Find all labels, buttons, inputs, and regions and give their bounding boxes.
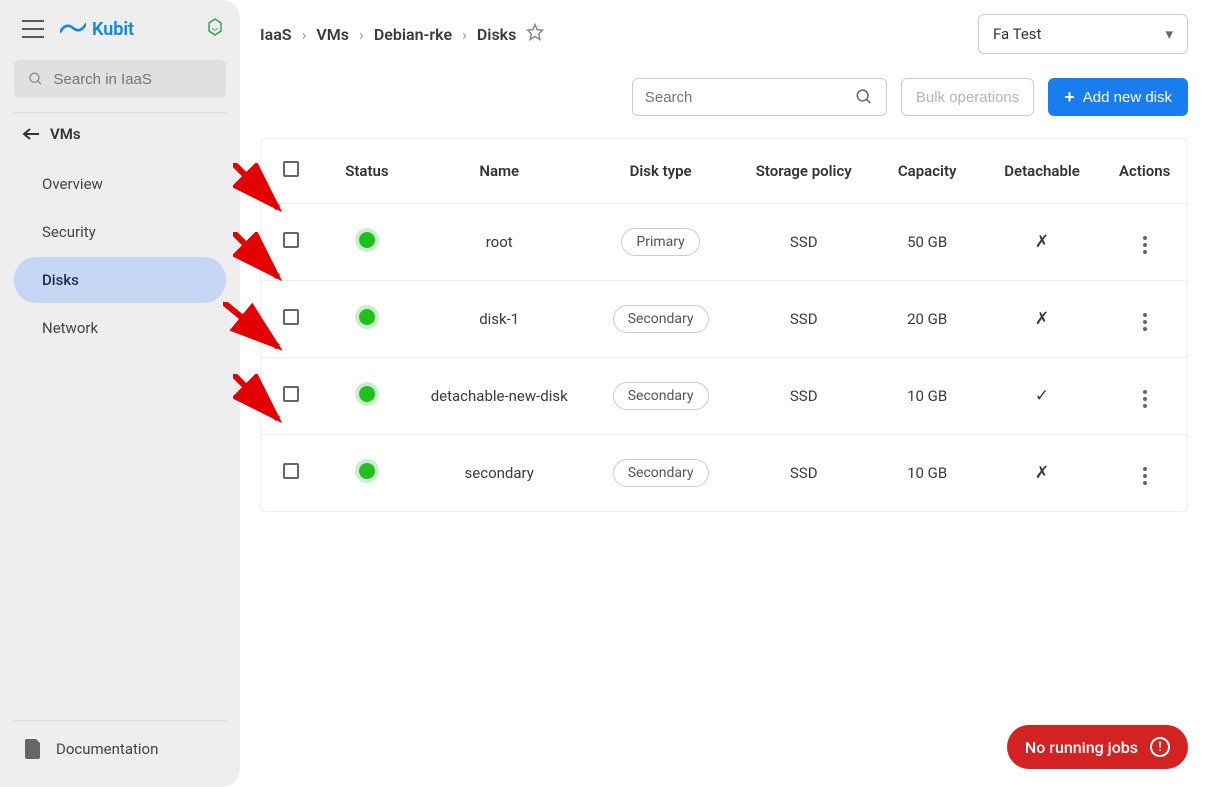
- sidebar-item-disks[interactable]: Disks: [14, 257, 226, 303]
- col-detachable: Detachable: [982, 139, 1103, 204]
- table-row: detachable-new-disk Secondary SSD 10 GB …: [261, 358, 1187, 435]
- alert-icon: !: [1150, 737, 1170, 757]
- storage-policy: SSD: [735, 204, 873, 281]
- row-checkbox[interactable]: [283, 309, 299, 325]
- sidebar-item-security[interactable]: Security: [14, 209, 226, 255]
- sidebar-search[interactable]: [14, 60, 226, 98]
- star-icon[interactable]: [526, 23, 544, 45]
- table-search-input[interactable]: [645, 89, 856, 106]
- select-all-checkbox[interactable]: [283, 161, 299, 177]
- row-actions-menu[interactable]: [1139, 386, 1151, 412]
- row-actions-menu[interactable]: [1139, 232, 1151, 258]
- arrow-left-icon: [22, 127, 40, 141]
- jobs-status-label: No running jobs: [1025, 738, 1138, 757]
- hamburger-menu-icon[interactable]: [22, 20, 44, 38]
- nav-back-vms[interactable]: VMs: [0, 113, 240, 155]
- table-row: disk-1 Secondary SSD 20 GB ✗: [261, 281, 1187, 358]
- crumb-debian-rke[interactable]: Debian-rke: [374, 25, 452, 44]
- detachable-value: ✗: [982, 281, 1103, 358]
- disks-table: Status Name Disk type Storage policy Cap…: [260, 138, 1188, 512]
- detachable-value: ✓: [982, 358, 1103, 435]
- col-actions: Actions: [1102, 139, 1187, 204]
- status-active-icon: [359, 386, 375, 402]
- crumb-vms[interactable]: VMs: [316, 25, 349, 44]
- detachable-value: ✗: [982, 435, 1103, 512]
- disk-name: detachable-new-disk: [412, 358, 586, 435]
- capacity: 50 GB: [873, 204, 982, 281]
- row-checkbox[interactable]: [283, 463, 299, 479]
- search-icon: [855, 87, 873, 107]
- add-new-disk-button[interactable]: + Add new disk: [1048, 78, 1188, 116]
- status-active-icon: [359, 232, 375, 248]
- disk-type-pill: Primary: [621, 228, 699, 256]
- chevron-right-icon: ›: [359, 25, 364, 44]
- wave-icon: [60, 22, 86, 36]
- disk-type-pill: Secondary: [613, 382, 709, 410]
- storage-policy: SSD: [735, 358, 873, 435]
- row-actions-menu[interactable]: [1139, 463, 1151, 489]
- row-actions-menu[interactable]: [1139, 309, 1151, 335]
- sidebar: Kubit پ VMs Overview Security Disks Netw…: [0, 0, 240, 787]
- documentation-label: Documentation: [56, 740, 158, 758]
- caret-down-icon: ▾: [1165, 25, 1173, 43]
- project-select[interactable]: Fa Test ▾: [978, 14, 1188, 54]
- brand-logo[interactable]: Kubit: [60, 19, 134, 40]
- row-checkbox[interactable]: [283, 386, 299, 402]
- disk-type-pill: Secondary: [613, 459, 709, 487]
- bulk-operations-button[interactable]: Bulk operations: [901, 78, 1034, 116]
- table-row: root Primary SSD 50 GB ✗: [261, 204, 1187, 281]
- col-capacity: Capacity: [873, 139, 982, 204]
- sidebar-item-network[interactable]: Network: [14, 305, 226, 351]
- col-disk-type: Disk type: [586, 139, 734, 204]
- crumb-disks[interactable]: Disks: [477, 25, 516, 44]
- disk-name: disk-1: [412, 281, 586, 358]
- chevron-right-icon: ›: [462, 25, 467, 44]
- storage-policy: SSD: [735, 435, 873, 512]
- nav-back-label: VMs: [50, 125, 81, 143]
- status-active-icon: [359, 463, 375, 479]
- svg-text:پ: پ: [212, 24, 219, 32]
- main-content: IaaS › VMs › Debian-rke › Disks Fa Test …: [240, 0, 1208, 787]
- disk-name: root: [412, 204, 586, 281]
- search-icon: [28, 70, 44, 88]
- chevron-right-icon: ›: [302, 25, 307, 44]
- sidebar-search-input[interactable]: [54, 71, 213, 88]
- crumb-iaas[interactable]: IaaS: [260, 25, 292, 44]
- jobs-status-badge[interactable]: No running jobs !: [1007, 725, 1188, 769]
- project-select-value: Fa Test: [993, 25, 1041, 43]
- documentation-link[interactable]: Documentation: [14, 720, 226, 777]
- add-new-disk-label: Add new disk: [1083, 89, 1172, 106]
- table-search[interactable]: [632, 78, 887, 116]
- table-row: secondary Secondary SSD 10 GB ✗: [261, 435, 1187, 512]
- document-icon: [24, 739, 42, 759]
- capacity: 10 GB: [873, 358, 982, 435]
- col-status: Status: [322, 139, 412, 204]
- storage-policy: SSD: [735, 281, 873, 358]
- brand-name: Kubit: [92, 19, 134, 40]
- sidebar-item-overview[interactable]: Overview: [14, 161, 226, 207]
- partner-badge-icon: پ: [206, 18, 224, 40]
- disk-name: secondary: [412, 435, 586, 512]
- col-name: Name: [412, 139, 586, 204]
- col-storage-policy: Storage policy: [735, 139, 873, 204]
- disk-type-pill: Secondary: [613, 305, 709, 333]
- detachable-value: ✗: [982, 204, 1103, 281]
- capacity: 20 GB: [873, 281, 982, 358]
- status-active-icon: [359, 309, 375, 325]
- plus-icon: +: [1064, 88, 1075, 106]
- breadcrumb: IaaS › VMs › Debian-rke › Disks: [260, 23, 544, 45]
- row-checkbox[interactable]: [283, 232, 299, 248]
- capacity: 10 GB: [873, 435, 982, 512]
